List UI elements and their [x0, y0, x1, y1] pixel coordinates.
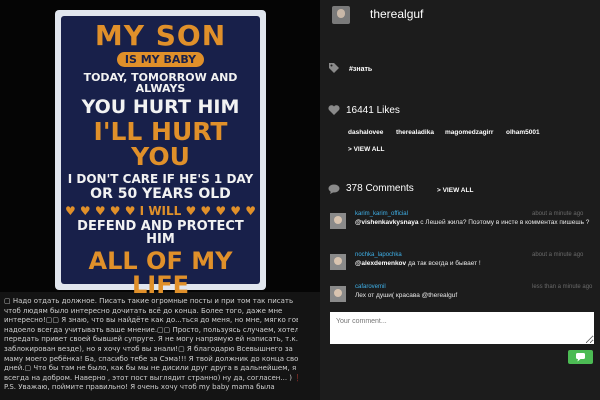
user-avatar[interactable]: [332, 6, 350, 24]
poster-line-ill-hurt-you: I'LL HURT YOU: [93, 117, 228, 171]
post-caption: ▢ Надо отдать должное. Писать такие огро…: [4, 297, 298, 393]
username-link[interactable]: therealguf: [370, 7, 423, 21]
comment-item: nochka_lapochka about a minute ago @alex…: [330, 252, 600, 282]
poster-sign: MY SON IS MY BABY TODAY, TOMORROW AND AL…: [55, 10, 266, 297]
liker-link[interactable]: olham5001: [503, 127, 543, 138]
caption-line: надоело всегда учитывать ваше мнение.▢▢ …: [4, 325, 298, 334]
comment-item: karim_karim_official about a minute ago …: [330, 211, 600, 241]
comment-mention[interactable]: @vishenkavkysnaya: [355, 219, 418, 226]
comment-bubble-icon: [328, 184, 340, 194]
caption-line: дней.▢ Что бы там не было, как бы мы не …: [4, 364, 297, 373]
comment-timestamp: less than a minute ago: [532, 284, 593, 290]
poster-line-my-son: MY SON: [94, 19, 227, 52]
comment-text: @vishenkavkysnaya с Лешей жила? Поэтому …: [355, 219, 590, 227]
comment-body: с Лешей жила? Поэтому в инсте в коммента…: [418, 219, 590, 226]
caption-line: P.S. Уважаю, поймите правильно! Я очень …: [4, 383, 275, 392]
poster-line-dont-care: I DON'T CARE IF HE'S 1 DAY: [67, 172, 254, 186]
commenter-avatar[interactable]: [330, 213, 346, 229]
comment-mention[interactable]: @alexdemenkov: [355, 260, 406, 267]
caption-line: интересно!▢▢ Я знаю, что вы найдёте как …: [4, 316, 298, 325]
caption-line: всегда на добром. Наверно , этот пост вы…: [4, 373, 298, 382]
view-all-likes-button[interactable]: > VIEW ALL: [345, 144, 387, 155]
comment-text: @alexdemenkov да так всегда и бывает !: [355, 260, 590, 268]
comment-text: Лех от души( красава @therealguf: [355, 292, 458, 299]
poster-line-all-of-my-life: ALL OF MY LIFE: [88, 247, 233, 299]
comment-item: cafarovemil less than a minute ago Лех о…: [330, 284, 600, 314]
tag-icon: [329, 63, 339, 73]
commenter-avatar[interactable]: [330, 254, 346, 270]
caption-line: заблокирован везде), но я хочу чтоб вы з…: [4, 344, 293, 353]
caption-line: передать привет своей бывшей супруге. Я …: [4, 335, 298, 344]
commenter-username[interactable]: karim_karim_official: [355, 211, 408, 217]
heart-icon[interactable]: [328, 104, 340, 116]
likes-count: 16441 Likes: [346, 105, 400, 116]
commenter-avatar[interactable]: [330, 286, 346, 302]
comment-timestamp: about a minute ago: [532, 252, 584, 258]
view-all-comments-button[interactable]: > VIEW ALL: [434, 185, 476, 196]
caption-line: маму моего ребёнка! Ба, спасибо тебе за …: [4, 354, 298, 363]
comments-count: 378 Comments: [346, 183, 414, 194]
caption-line: чтоб людям было интересно дочитать всё д…: [4, 306, 283, 315]
post-media-column: MY SON IS MY BABY TODAY, TOMORROW AND AL…: [0, 0, 320, 400]
comment-input[interactable]: [330, 312, 594, 344]
caption-line: ▢ Надо отдать должное. Писать такие огро…: [4, 297, 294, 305]
poster-line-defend: DEFEND AND PROTECT HIM: [77, 219, 244, 247]
liker-link[interactable]: dashalovee: [345, 127, 386, 138]
send-comment-button[interactable]: [568, 350, 593, 364]
comment-body: да так всегда и бывает !: [406, 260, 481, 267]
poster-line-today: TODAY, TOMORROW AND ALWAYS: [83, 71, 238, 95]
poster-line-50-years: OR 50 YEARS OLD: [90, 186, 231, 202]
liker-link[interactable]: therealadika: [393, 127, 437, 138]
poster-line-i-will: ♥ ♥ ♥ ♥ ♥ I WILL ♥ ♥ ♥ ♥ ♥: [65, 204, 256, 218]
commenter-username[interactable]: nochka_lapochka: [355, 252, 402, 258]
poster-text-area: MY SON IS MY BABY TODAY, TOMORROW AND AL…: [61, 16, 260, 297]
poster-line-is-my-baby: IS MY BABY: [116, 52, 205, 67]
chat-icon: [576, 353, 585, 362]
comment-timestamp: about a minute ago: [532, 211, 584, 217]
poster-line-you-hurt-him: YOU HURT HIM: [81, 96, 240, 118]
post-image[interactable]: MY SON IS MY BABY TODAY, TOMORROW AND AL…: [0, 0, 320, 297]
liker-link[interactable]: magomedzagirr: [442, 127, 496, 138]
hashtag-link[interactable]: #знать: [349, 66, 372, 73]
commenter-username[interactable]: cafarovemil: [355, 284, 386, 290]
